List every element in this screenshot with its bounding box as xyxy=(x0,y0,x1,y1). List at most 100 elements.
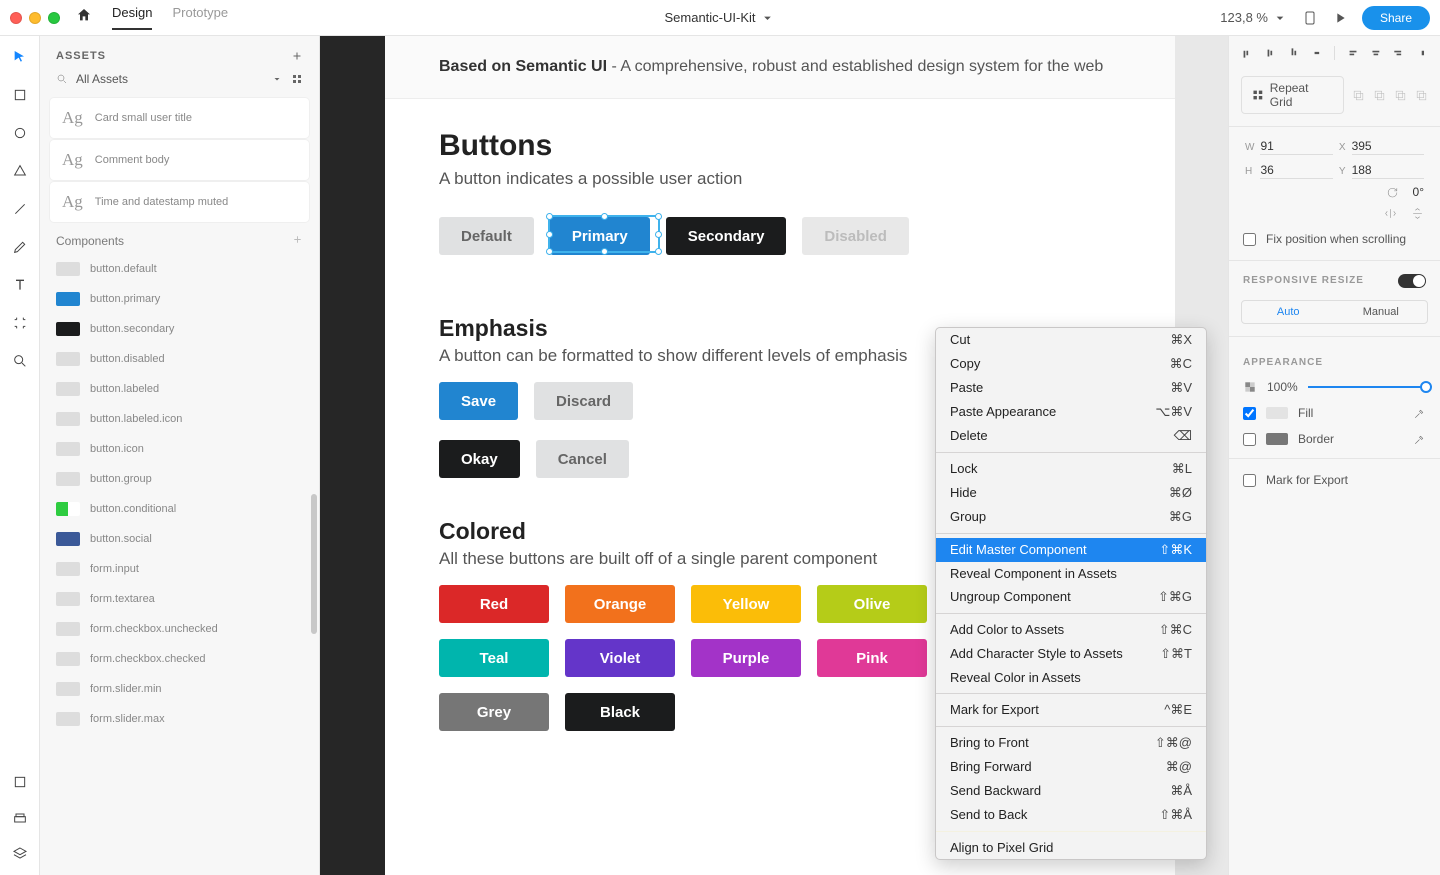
text-tool-icon[interactable] xyxy=(11,276,29,294)
flip-h-icon[interactable] xyxy=(1384,207,1397,220)
fullscreen-window-icon[interactable] xyxy=(48,12,60,24)
align-bottom-icon[interactable] xyxy=(1287,46,1301,60)
component-item[interactable]: form.checkbox.unchecked xyxy=(50,614,309,644)
pen-tool-icon[interactable] xyxy=(11,238,29,256)
line-tool-icon[interactable] xyxy=(11,200,29,218)
flip-v-icon[interactable] xyxy=(1411,207,1424,220)
border-swatch[interactable] xyxy=(1266,433,1288,445)
ellipse-tool-icon[interactable] xyxy=(11,124,29,142)
device-preview-icon[interactable] xyxy=(1302,10,1318,26)
eyedropper-icon[interactable] xyxy=(1413,407,1426,420)
tab-prototype[interactable]: Prototype xyxy=(172,5,228,30)
resize-manual[interactable]: Manual xyxy=(1335,301,1428,323)
context-menu-item[interactable]: Send Backward⌘Å xyxy=(936,779,1206,803)
component-item[interactable]: button.primary xyxy=(50,284,309,314)
component-item[interactable]: form.slider.max xyxy=(50,704,309,734)
align-vcenter-icon[interactable] xyxy=(1263,46,1277,60)
layers-panel-icon[interactable] xyxy=(11,809,29,827)
polygon-tool-icon[interactable] xyxy=(11,162,29,180)
component-item[interactable]: button.icon xyxy=(50,434,309,464)
colored-button[interactable]: Black xyxy=(565,693,675,731)
colored-button[interactable]: Violet xyxy=(565,639,675,677)
y-value[interactable]: 188 xyxy=(1352,163,1424,179)
x-value[interactable]: 395 xyxy=(1352,139,1424,155)
close-window-icon[interactable] xyxy=(10,12,22,24)
align-left-icon[interactable] xyxy=(1345,46,1359,60)
select-tool-icon[interactable] xyxy=(11,48,29,66)
context-menu-item[interactable]: Group⌘G xyxy=(936,505,1206,529)
boolean-intersect-icon[interactable] xyxy=(1394,89,1407,102)
component-item[interactable]: form.slider.min xyxy=(50,674,309,704)
component-item[interactable]: form.textarea xyxy=(50,584,309,614)
component-item[interactable]: button.conditional xyxy=(50,494,309,524)
border-row[interactable]: Border xyxy=(1229,426,1440,452)
minimize-window-icon[interactable] xyxy=(29,12,41,24)
button-secondary[interactable]: Secondary xyxy=(666,217,787,255)
zoom-tool-icon[interactable] xyxy=(11,352,29,370)
align-top-icon[interactable] xyxy=(1239,46,1253,60)
grid-view-icon[interactable] xyxy=(291,73,303,85)
artboard-tool-icon[interactable] xyxy=(11,314,29,332)
text-style-item[interactable]: AgCard small user title xyxy=(50,98,309,138)
button-default[interactable]: Default xyxy=(439,217,534,255)
component-item[interactable]: button.disabled xyxy=(50,344,309,374)
button-disabled[interactable]: Disabled xyxy=(802,217,909,255)
button-okay[interactable]: Okay xyxy=(439,440,520,478)
fix-position-checkbox[interactable] xyxy=(1243,233,1256,246)
context-menu-item[interactable]: Lock⌘L xyxy=(936,457,1206,481)
opacity-value[interactable]: 100% xyxy=(1267,380,1298,394)
context-menu-item[interactable]: Bring Forward⌘@ xyxy=(936,755,1206,779)
plugins-icon[interactable] xyxy=(11,845,29,863)
button-cancel[interactable]: Cancel xyxy=(536,440,629,478)
boolean-add-icon[interactable] xyxy=(1352,89,1365,102)
component-item[interactable]: button.social xyxy=(50,524,309,554)
fill-checkbox[interactable] xyxy=(1243,407,1256,420)
context-menu-item[interactable]: Send to Back⇧⌘Å xyxy=(936,803,1206,827)
distribute-v-icon[interactable] xyxy=(1310,46,1324,60)
repeat-grid-button[interactable]: Repeat Grid xyxy=(1241,76,1344,114)
context-menu-item[interactable]: Copy⌘C xyxy=(936,352,1206,376)
context-menu-item[interactable]: Edit Master Component⇧⌘K xyxy=(936,538,1206,562)
opacity-slider[interactable] xyxy=(1308,386,1426,388)
fill-row[interactable]: Fill xyxy=(1229,400,1440,426)
add-asset-icon[interactable] xyxy=(291,50,303,62)
text-style-item[interactable]: AgTime and datestamp muted xyxy=(50,182,309,222)
colored-button[interactable]: Yellow xyxy=(691,585,801,623)
context-menu-item[interactable]: Paste⌘V xyxy=(936,376,1206,400)
home-icon[interactable] xyxy=(76,7,92,28)
tab-design[interactable]: Design xyxy=(112,5,152,30)
context-menu-item[interactable]: Cut⌘X xyxy=(936,328,1206,352)
add-component-icon[interactable] xyxy=(292,234,303,245)
context-menu-item[interactable]: Add Character Style to Assets⇧⌘T xyxy=(936,642,1206,666)
assets-filter[interactable]: All Assets xyxy=(40,68,319,94)
context-menu-item[interactable]: Delete⌫ xyxy=(936,424,1206,448)
assets-panel-icon[interactable] xyxy=(11,773,29,791)
context-menu-item[interactable]: Reveal Component in Assets xyxy=(936,562,1206,585)
component-item[interactable]: form.checkbox.checked xyxy=(50,644,309,674)
zoom-display[interactable]: 123,8 % xyxy=(1220,10,1288,26)
border-checkbox[interactable] xyxy=(1243,433,1256,446)
button-discard[interactable]: Discard xyxy=(534,382,633,420)
resize-auto[interactable]: Auto xyxy=(1242,301,1335,323)
colored-button[interactable]: Purple xyxy=(691,639,801,677)
boolean-exclude-icon[interactable] xyxy=(1415,89,1428,102)
eyedropper-icon[interactable] xyxy=(1413,433,1426,446)
fix-position-row[interactable]: Fix position when scrolling xyxy=(1229,224,1440,254)
align-right-icon[interactable] xyxy=(1392,46,1406,60)
scrollbar-thumb[interactable] xyxy=(311,494,317,634)
context-menu-item[interactable]: Ungroup Component⇧⌘G xyxy=(936,585,1206,609)
colored-button[interactable]: Teal xyxy=(439,639,549,677)
distribute-h-icon[interactable] xyxy=(1416,46,1430,60)
colored-button[interactable]: Grey xyxy=(439,693,549,731)
width-value[interactable]: 91 xyxy=(1260,139,1332,155)
text-style-item[interactable]: AgComment body xyxy=(50,140,309,180)
share-button[interactable]: Share xyxy=(1362,6,1430,30)
context-menu-item[interactable]: Add Color to Assets⇧⌘C xyxy=(936,618,1206,642)
boolean-subtract-icon[interactable] xyxy=(1373,89,1386,102)
context-menu-item[interactable]: Align to Pixel Grid xyxy=(936,836,1206,859)
mark-export-checkbox[interactable] xyxy=(1243,474,1256,487)
component-item[interactable]: button.default xyxy=(50,254,309,284)
resize-mode-segment[interactable]: Auto Manual xyxy=(1241,300,1428,324)
component-item[interactable]: button.labeled xyxy=(50,374,309,404)
button-save[interactable]: Save xyxy=(439,382,518,420)
